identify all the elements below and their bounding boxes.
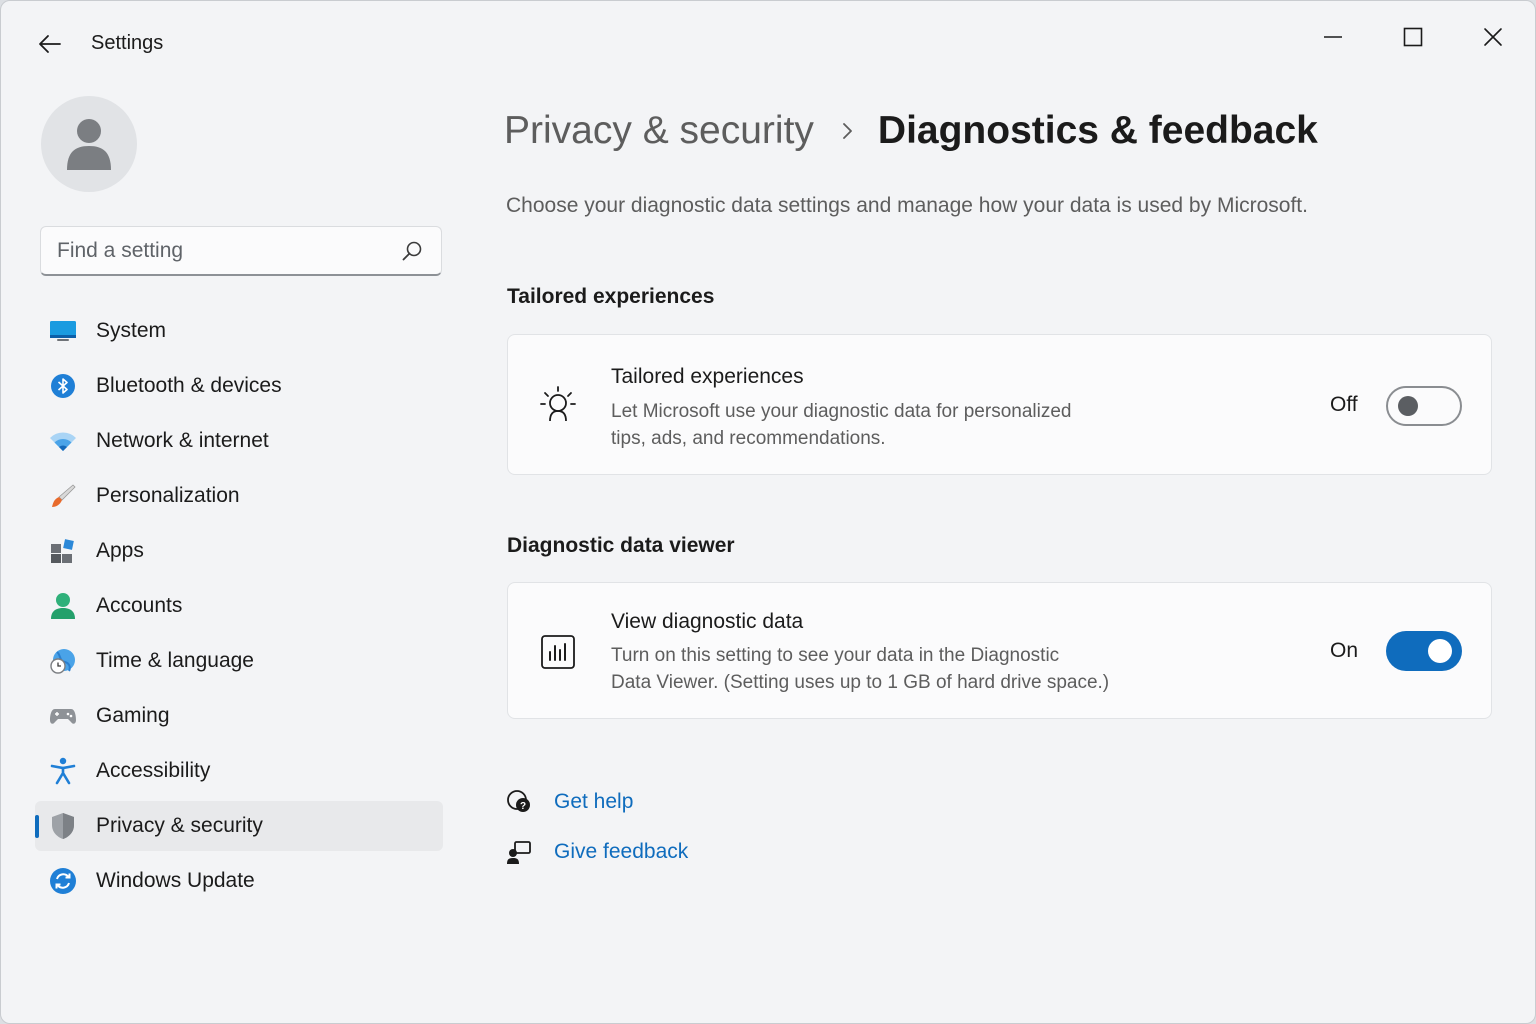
search-icon[interactable]: [401, 240, 423, 267]
sidebar-item-system[interactable]: System: [35, 306, 443, 356]
give-feedback-link[interactable]: Give feedback: [505, 834, 688, 870]
toggle-knob: [1398, 396, 1418, 416]
help-chat-icon: ?: [505, 788, 533, 816]
view-diagnostic-data-card: View diagnostic data Turn on this settin…: [507, 582, 1492, 719]
back-arrow-icon: [39, 35, 61, 53]
title-bar: Settings: [1, 1, 1535, 85]
minimize-icon: [1324, 36, 1342, 38]
sidebar-item-apps[interactable]: Apps: [35, 526, 443, 576]
sidebar-item-label: Time & language: [96, 649, 254, 672]
sidebar-item-label: Apps: [96, 539, 144, 562]
section-heading-tailored: Tailored experiences: [507, 285, 715, 308]
sidebar-item-windows-update[interactable]: Windows Update: [35, 856, 443, 906]
page-subtitle: Choose your diagnostic data settings and…: [506, 194, 1308, 217]
sidebar-item-label: Privacy & security: [96, 814, 263, 837]
tailored-experiences-toggle[interactable]: [1386, 386, 1462, 426]
sidebar-item-personalization[interactable]: Personalization: [35, 471, 443, 521]
sidebar-item-time-language[interactable]: Time & language: [35, 636, 443, 686]
page-title: Diagnostics & feedback: [877, 109, 1318, 152]
minimize-button[interactable]: [1305, 15, 1361, 59]
sidebar-item-label: Windows Update: [96, 869, 255, 892]
person-icon: [49, 592, 77, 620]
sidebar-item-bluetooth[interactable]: Bluetooth & devices: [35, 361, 443, 411]
chart-icon: [538, 632, 578, 672]
tailored-experiences-card: Tailored experiences Let Microsoft use y…: [507, 334, 1492, 475]
chevron-right-icon: [842, 121, 854, 141]
sidebar-item-label: Accounts: [96, 594, 183, 617]
user-icon: [67, 119, 111, 170]
toggle-knob: [1428, 639, 1452, 663]
view-diagnostic-data-toggle[interactable]: [1386, 631, 1462, 671]
search-input[interactable]: [57, 227, 387, 275]
breadcrumb-parent-link[interactable]: Privacy & security: [504, 109, 814, 153]
maximize-button[interactable]: [1385, 15, 1441, 59]
setting-title: Tailored experiences: [611, 365, 804, 388]
close-button[interactable]: [1465, 15, 1521, 59]
shield-icon: [49, 812, 77, 840]
brush-icon: [49, 482, 77, 510]
section-heading-diagnostic-viewer: Diagnostic data viewer: [507, 534, 735, 557]
apps-icon: [49, 537, 77, 565]
accessibility-icon: [49, 757, 77, 785]
lightbulb-person-icon: [538, 385, 578, 425]
bluetooth-icon: [49, 372, 77, 400]
update-icon: [49, 867, 77, 895]
get-help-label[interactable]: Get help: [554, 790, 633, 814]
sidebar-item-accessibility[interactable]: Accessibility: [35, 746, 443, 796]
svg-text:?: ?: [520, 801, 526, 812]
sidebar-item-label: Personalization: [96, 484, 240, 507]
avatar[interactable]: [41, 96, 137, 192]
back-button[interactable]: [29, 27, 71, 61]
sidebar-item-label: Network & internet: [96, 429, 269, 452]
maximize-icon: [1403, 27, 1423, 47]
sidebar-item-privacy-security[interactable]: Privacy & security: [35, 801, 443, 851]
system-icon: [49, 317, 77, 345]
toggle-state-label: On: [1330, 639, 1359, 662]
app-title: Settings: [91, 32, 164, 54]
settings-window: Settings Find a setting System Bluetooth…: [0, 0, 1536, 1024]
toggle-state-label: Off: [1330, 393, 1358, 416]
sidebar-item-accounts[interactable]: Accounts: [35, 581, 443, 631]
setting-description-line: Data Viewer. (Setting uses up to 1 GB of…: [611, 672, 1110, 693]
give-feedback-label[interactable]: Give feedback: [554, 840, 688, 864]
setting-title: View diagnostic data: [611, 610, 804, 633]
setting-description: Let Microsoft use your diagnostic data f…: [611, 398, 1171, 452]
sidebar-item-label: Bluetooth & devices: [96, 374, 282, 397]
gamepad-icon: [49, 702, 77, 730]
sidebar-nav: System Bluetooth & devices Network & int…: [35, 306, 443, 911]
globe-clock-icon: [49, 647, 77, 675]
wifi-icon: [49, 427, 77, 455]
setting-description-line: tips, ads, and recommendations.: [611, 428, 886, 449]
sidebar-item-gaming[interactable]: Gaming: [35, 691, 443, 741]
sidebar-item-network[interactable]: Network & internet: [35, 416, 443, 466]
setting-description: Turn on this setting to see your data in…: [611, 642, 1171, 696]
breadcrumb: Privacy & security Diagnostics & feedbac…: [504, 105, 1318, 157]
close-icon: [1484, 28, 1502, 46]
sidebar-item-label: System: [96, 319, 167, 342]
sidebar-item-label: Gaming: [96, 704, 170, 727]
sidebar-item-label: Accessibility: [96, 759, 211, 782]
setting-description-line: Let Microsoft use your diagnostic data f…: [611, 401, 1072, 422]
feedback-icon: [505, 838, 533, 866]
get-help-link[interactable]: ? Get help: [505, 784, 633, 820]
search-box[interactable]: [40, 226, 442, 276]
setting-description-line: Turn on this setting to see your data in…: [611, 645, 1060, 666]
